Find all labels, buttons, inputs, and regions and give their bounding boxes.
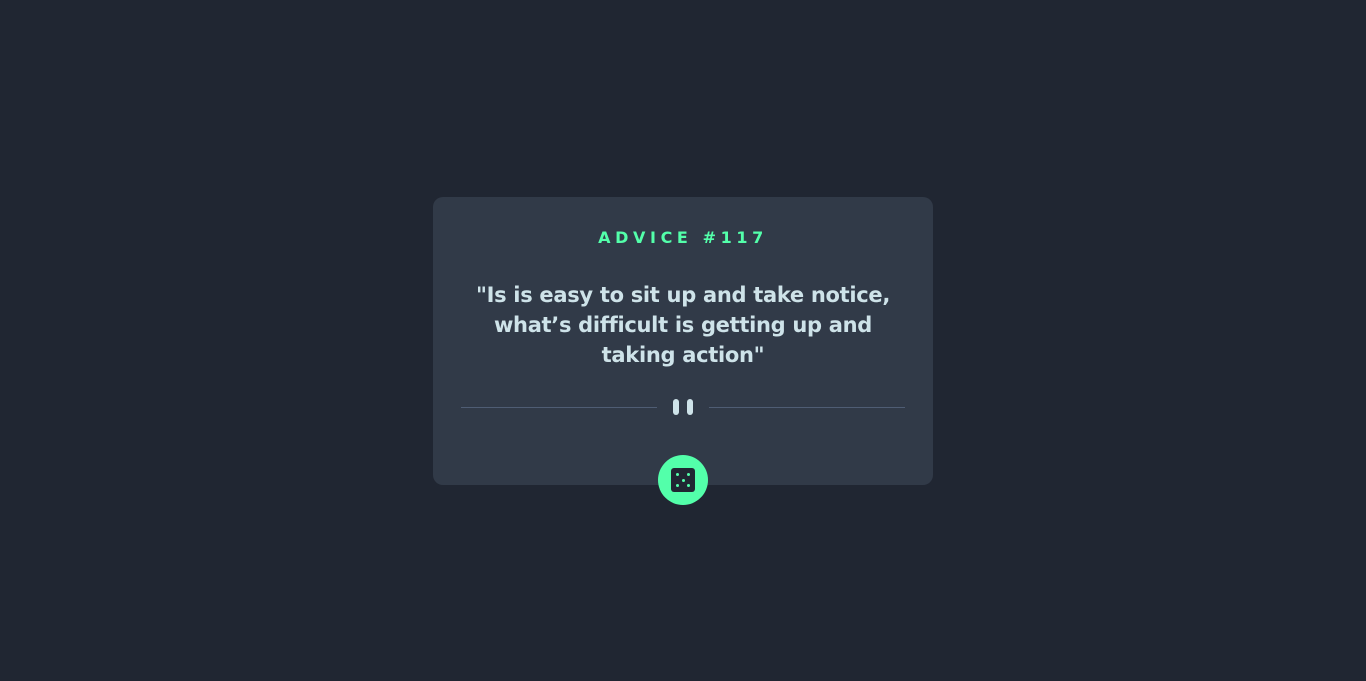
divider-line-left — [461, 407, 657, 408]
advice-quote: "Is is easy to sit up and take notice, w… — [475, 283, 891, 367]
pause-bar-left — [673, 399, 679, 415]
dice-icon — [671, 468, 695, 492]
pause-bar-right — [687, 399, 693, 415]
divider-line-right — [709, 407, 905, 408]
dice-pip — [676, 473, 679, 476]
new-advice-button[interactable] — [658, 455, 708, 505]
page: ADVICE #117 "Is is easy to sit up and ta… — [0, 0, 1366, 681]
dice-pip — [687, 484, 690, 487]
dice-pip — [687, 473, 690, 476]
pause-icon — [672, 399, 694, 415]
dice-pip — [676, 484, 679, 487]
dice-pip — [681, 478, 685, 482]
advice-id-label: ADVICE #117 — [598, 228, 768, 247]
card-divider — [461, 398, 905, 416]
